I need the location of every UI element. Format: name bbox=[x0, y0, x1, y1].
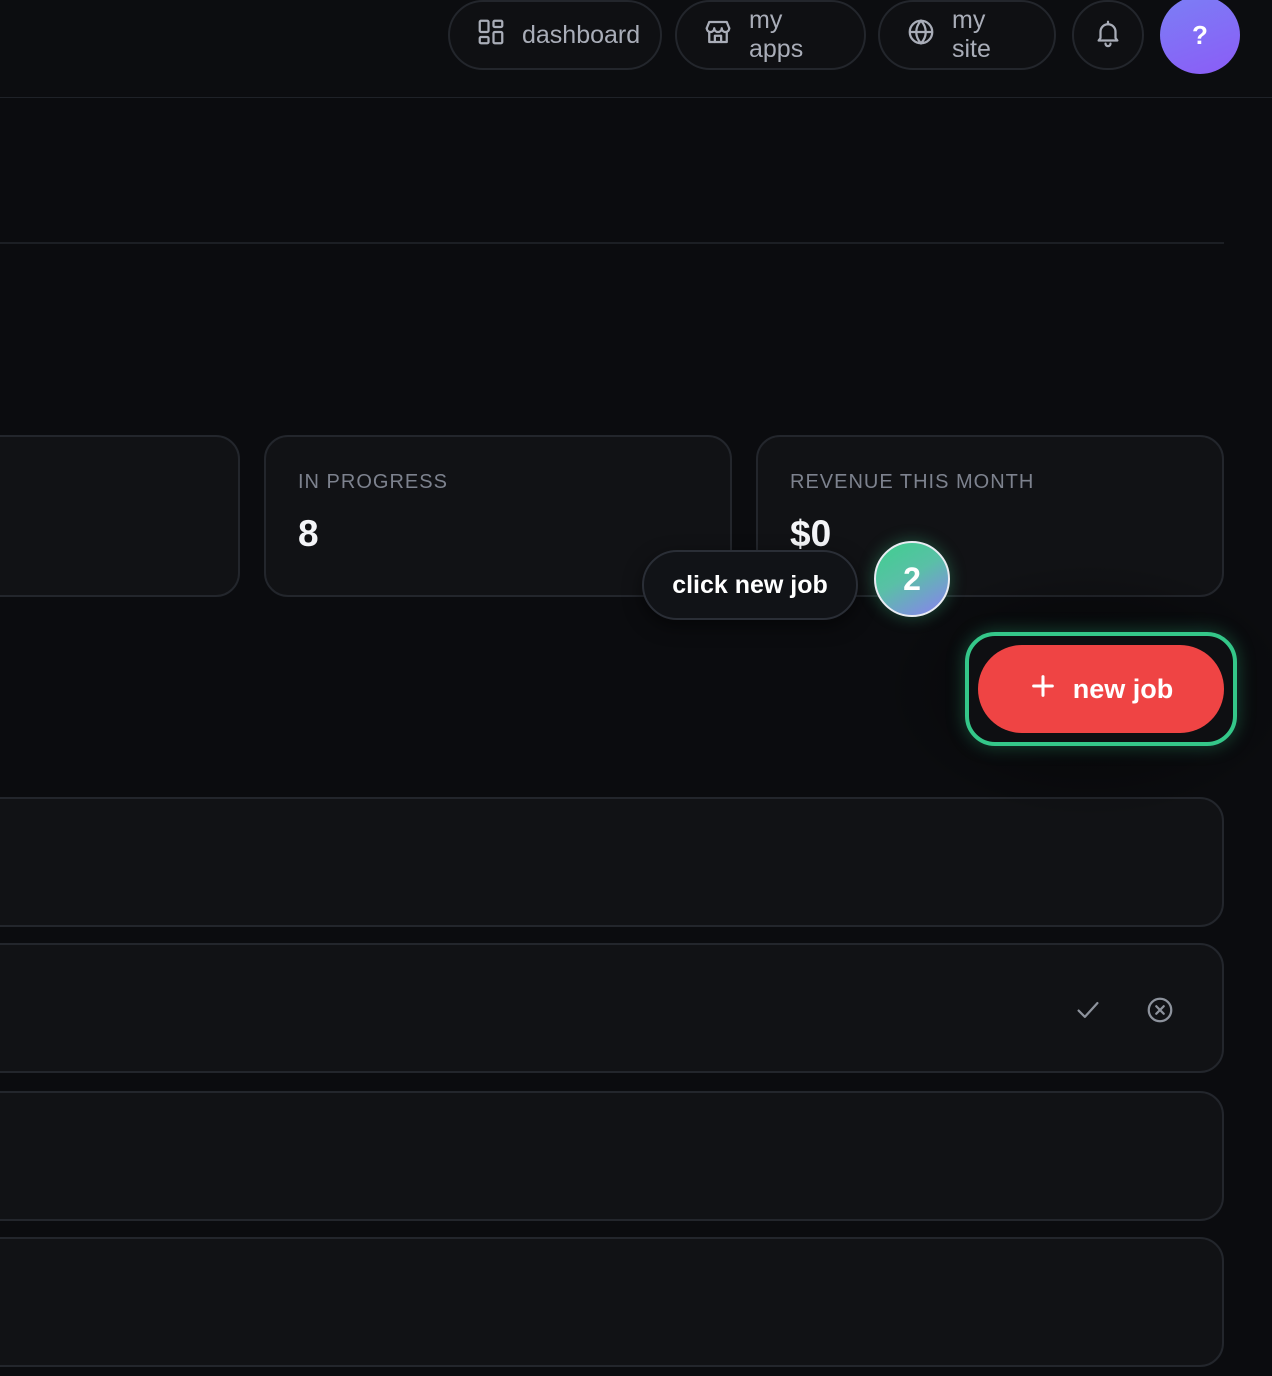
nav-dashboard-button[interactable]: dashboard bbox=[448, 0, 662, 70]
list-item[interactable] bbox=[0, 1237, 1224, 1367]
help-avatar-button[interactable]: ? bbox=[1160, 0, 1240, 74]
plus-icon bbox=[1029, 672, 1057, 707]
nav-my-apps-label: my apps bbox=[749, 6, 804, 63]
new-job-label: new job bbox=[1072, 673, 1174, 704]
storefront-icon bbox=[703, 17, 733, 54]
nav-dashboard-label: dashboard bbox=[522, 20, 641, 49]
list-item[interactable] bbox=[0, 797, 1224, 927]
stat-card-partial bbox=[0, 435, 240, 597]
check-icon[interactable] bbox=[1071, 993, 1105, 1027]
stat-label-revenue: REVENUE THIS MONTH bbox=[790, 471, 1035, 493]
globe-icon bbox=[906, 17, 936, 54]
stat-value-revenue: $0 bbox=[790, 513, 832, 554]
section-divider bbox=[0, 242, 1224, 244]
new-job-button[interactable]: new job bbox=[978, 645, 1224, 733]
bell-icon bbox=[1093, 18, 1123, 53]
stat-value-in-progress: 8 bbox=[298, 513, 319, 554]
list-item[interactable] bbox=[0, 1091, 1224, 1221]
grid-icon bbox=[476, 17, 506, 54]
nav-my-site-button[interactable]: my site bbox=[878, 0, 1056, 70]
notifications-button[interactable] bbox=[1072, 0, 1144, 70]
list-item[interactable] bbox=[0, 943, 1224, 1073]
top-bar: dashboard my apps my site ? bbox=[0, 0, 1272, 98]
guide-tooltip: click new job bbox=[642, 550, 858, 620]
guide-step-badge: 2 bbox=[874, 541, 950, 617]
nav-my-site-label: my site bbox=[952, 6, 991, 63]
stat-label-in-progress: IN PROGRESS bbox=[298, 471, 448, 493]
circle-x-icon[interactable] bbox=[1143, 993, 1177, 1027]
nav-my-apps-button[interactable]: my apps bbox=[675, 0, 866, 70]
